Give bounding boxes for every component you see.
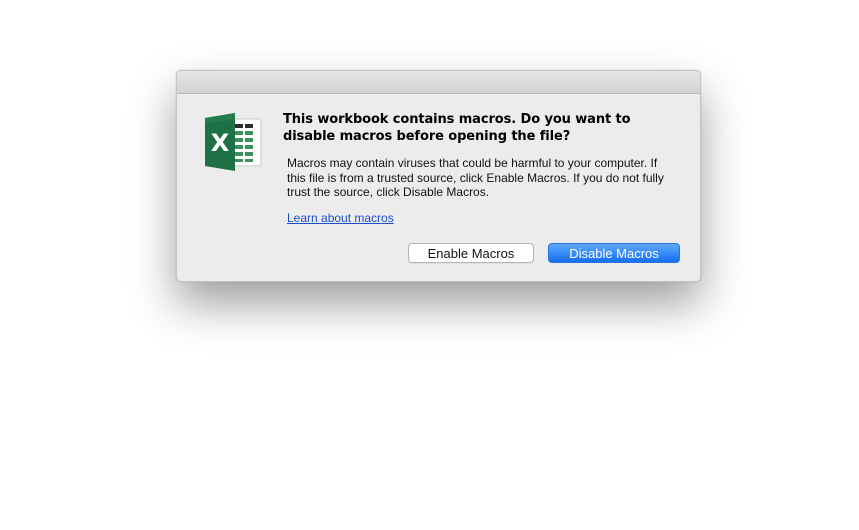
macro-warning-dialog: X This workbook contains macros. Do you … xyxy=(176,70,701,282)
dialog-message: Macros may contain viruses that could be… xyxy=(287,156,664,199)
excel-icon: X xyxy=(205,113,262,171)
dialog-titlebar[interactable] xyxy=(177,71,700,94)
learn-about-macros-link[interactable]: Learn about macros xyxy=(287,211,394,225)
disable-macros-button[interactable]: Disable Macros xyxy=(548,243,680,263)
excel-icon-letter: X xyxy=(211,129,230,157)
enable-macros-button[interactable]: Enable Macros xyxy=(408,243,534,263)
dialog-headline: This workbook contains macros. Do you wa… xyxy=(283,112,631,144)
